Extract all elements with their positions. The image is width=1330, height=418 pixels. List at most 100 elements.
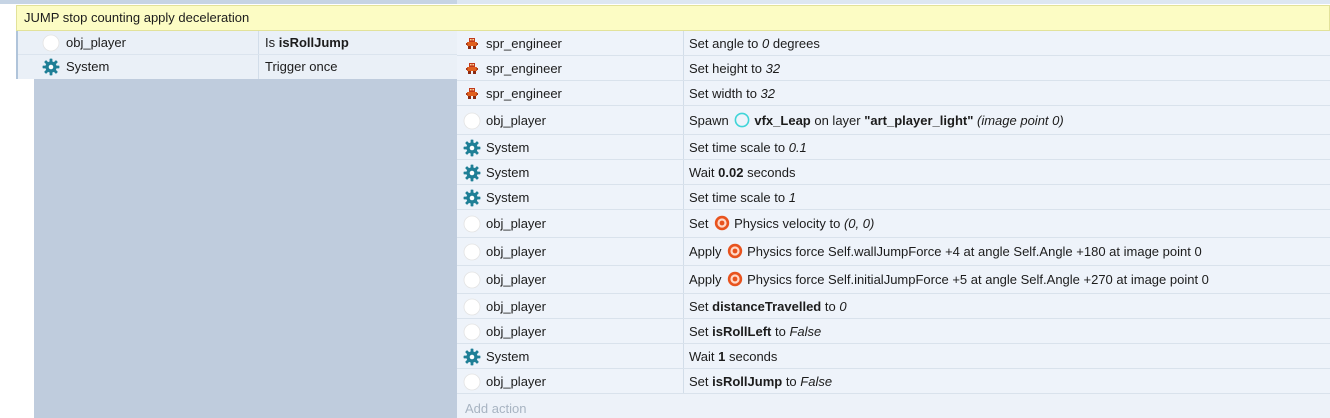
column-divider (258, 55, 259, 79)
action-row[interactable]: System Set time scale to 1 (457, 185, 1330, 210)
action-row[interactable]: System Set time scale to 0.1 (457, 135, 1330, 160)
action-object-name: spr_engineer (486, 86, 562, 101)
column-divider (683, 185, 684, 210)
cyan-circle-icon (734, 109, 750, 128)
text-segment: (0, 0) (843, 216, 875, 231)
text-segment: 32 (760, 86, 776, 101)
action-text: Set time scale to 0.1 (689, 135, 807, 160)
column-divider (683, 106, 684, 135)
action-object-name: System (486, 165, 530, 180)
action-text: Set width to 32 (689, 81, 775, 106)
sprite-icon (463, 35, 481, 53)
text-segment: Wait (689, 349, 719, 364)
action-object-name: obj_player (486, 216, 546, 231)
action-text: Set angle to 0 degrees (689, 31, 820, 56)
text-segment: Apply (689, 272, 726, 287)
action-text: Apply Physics force Self.initialJumpForc… (689, 266, 1209, 294)
text-segment: False (789, 324, 822, 339)
gear-icon (463, 189, 481, 207)
action-object-name: obj_player (486, 272, 546, 287)
action-row[interactable]: obj_player Set isRollLeft to False (457, 319, 1330, 344)
text-segment: Apply (689, 244, 726, 259)
action-text: Wait 1 seconds (689, 344, 777, 369)
text-segment: Spawn (689, 113, 733, 128)
text-segment: Set width to (689, 86, 761, 101)
column-divider (683, 344, 684, 369)
column-divider (683, 319, 684, 344)
action-row[interactable]: obj_player Set isRollJump to False (457, 369, 1330, 394)
column-divider (683, 210, 684, 238)
condition-row[interactable]: System Trigger once (18, 55, 457, 79)
text-segment: Set height to (689, 61, 766, 76)
action-object-name: obj_player (486, 244, 546, 259)
column-divider (683, 369, 684, 394)
text-segment: to (771, 324, 790, 339)
action-text: Set height to 32 (689, 56, 780, 81)
text-segment: Set time scale to (689, 140, 789, 155)
action-object-name: System (486, 349, 530, 364)
action-row[interactable]: obj_player Set Physics velocity to (0, 0) (457, 210, 1330, 238)
text-segment: Is (265, 35, 279, 50)
text-segment: 1 (788, 190, 796, 205)
action-row[interactable]: System Wait 1 seconds (457, 344, 1330, 369)
condition-row[interactable]: obj_player Is isRollJump (18, 31, 457, 55)
action-text: Set isRollLeft to False (689, 319, 821, 344)
text-segment: on layer (810, 113, 865, 128)
empty-condition-area (34, 79, 457, 418)
condition-object-name: System (66, 59, 110, 74)
gear-icon (42, 58, 60, 76)
text-segment: 0.02 (718, 165, 744, 180)
top-strip (0, 0, 1330, 4)
circle-object-icon (463, 298, 481, 316)
condition-text: Trigger once (265, 55, 338, 79)
action-row[interactable]: obj_player Set distanceTravelled to 0 (457, 294, 1330, 319)
action-row[interactable]: System Wait 0.02 seconds (457, 160, 1330, 185)
text-segment: 32 (765, 61, 781, 76)
text-segment: isRollJump (278, 35, 349, 50)
action-row[interactable]: obj_player Apply Physics force Self.wallJ… (457, 238, 1330, 266)
sprite-icon (463, 60, 481, 78)
text-segment: Physics velocity to (734, 216, 844, 231)
text-segment: Trigger once (265, 59, 338, 74)
text-segment: to (821, 299, 840, 314)
text-segment: isRollJump (712, 374, 783, 389)
add-action-link[interactable]: Add action (465, 400, 526, 418)
action-row[interactable]: spr_engineer Set width to 32 (457, 81, 1330, 106)
circle-object-icon (463, 243, 481, 261)
gear-icon (463, 348, 481, 366)
column-divider (683, 160, 684, 185)
column-divider (683, 294, 684, 319)
row-divider (457, 393, 1330, 394)
text-segment: isRollLeft (712, 324, 772, 339)
action-row[interactable]: obj_player Apply Physics force Self.initi… (457, 266, 1330, 294)
action-object-name: System (486, 190, 530, 205)
text-segment: False (800, 374, 833, 389)
action-row[interactable]: obj_player Spawn vfx_Leap on layer "art_p… (457, 106, 1330, 135)
column-divider (683, 266, 684, 294)
top-strip-right (457, 0, 1330, 4)
action-object-name: obj_player (486, 113, 546, 128)
physics-icon (727, 269, 743, 287)
column-divider (683, 56, 684, 81)
conditions-block[interactable]: obj_player Is isRollJump System Trigger … (18, 31, 457, 79)
gear-icon (463, 164, 481, 182)
text-segment: Wait (689, 165, 719, 180)
action-object-name: spr_engineer (486, 61, 562, 76)
text-segment: seconds (743, 165, 796, 180)
action-object-name: spr_engineer (486, 36, 562, 51)
action-row[interactable]: spr_engineer Set height to 32 (457, 56, 1330, 81)
action-row[interactable]: spr_engineer Set angle to 0 degrees (457, 31, 1330, 56)
text-segment: 0.1 (788, 140, 807, 155)
actions-block[interactable]: Add action spr_engineer Set angle to 0 de… (457, 31, 1330, 418)
action-text: Wait 0.02 seconds (689, 160, 796, 185)
circle-object-icon (463, 215, 481, 233)
text-segment: vfx_Leap (754, 113, 811, 128)
physics-icon (727, 241, 743, 259)
circle-object-icon (463, 373, 481, 391)
text-segment: Set (689, 299, 713, 314)
event-group-header[interactable]: JUMP stop counting apply deceleration (16, 5, 1330, 31)
condition-object-name: obj_player (66, 35, 126, 50)
column-divider (683, 135, 684, 160)
action-text: Spawn vfx_Leap on layer "art_player_ligh… (689, 106, 1064, 135)
text-segment: "art_player_light" (864, 113, 974, 128)
